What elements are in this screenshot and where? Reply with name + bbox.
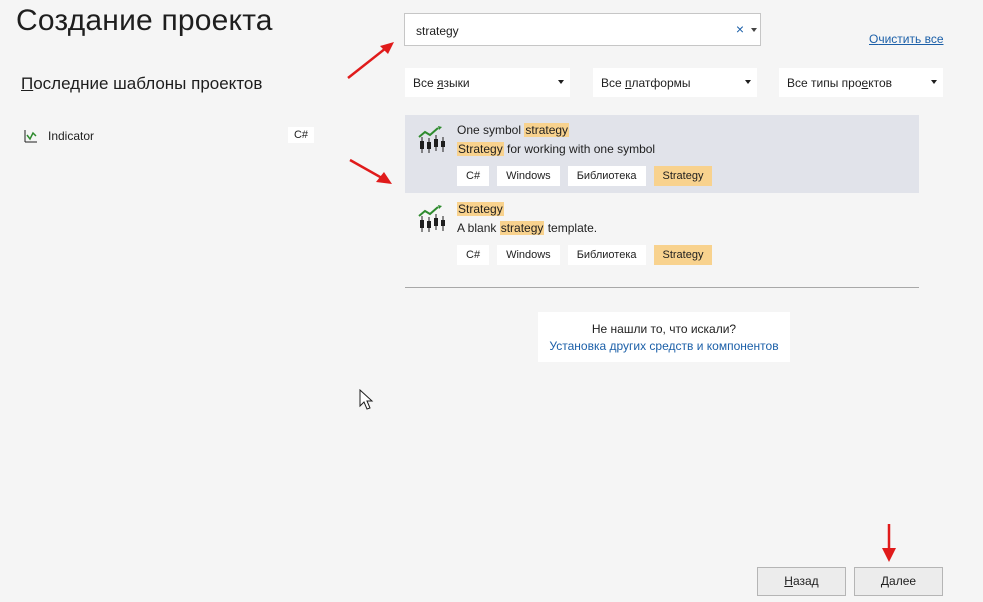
- project-type-filter-label: Все типы проектов: [787, 76, 892, 90]
- strategy-chart-icon: [418, 126, 445, 153]
- recent-heading-text: оследние шаблоны проектов: [33, 74, 263, 93]
- chevron-down-icon: [745, 80, 751, 84]
- template-title: One symbol strategy: [457, 123, 570, 137]
- search-input[interactable]: strategy ×: [404, 13, 761, 46]
- language-filter-text-pre: Все: [413, 76, 438, 90]
- project-type-filter-text-post: ктов: [868, 76, 892, 90]
- clear-all-access-key: О: [869, 32, 879, 46]
- tag-language: C#: [457, 166, 490, 186]
- language-filter-label: Все языки: [413, 76, 470, 90]
- page-title: Создание проекта: [16, 4, 273, 37]
- template-description: Strategy for working with one symbol: [457, 142, 655, 156]
- template-description-post: template.: [544, 221, 598, 235]
- template-title-pre: One symbol: [457, 123, 525, 137]
- template-description-highlight: strategy: [499, 221, 545, 235]
- recent-item-indicator[interactable]: Indicator C#: [22, 126, 314, 146]
- recent-heading-access-key: П: [21, 74, 34, 93]
- template-title: Strategy: [457, 202, 504, 216]
- next-button-label: алее: [889, 574, 917, 588]
- language-filter-text-post: зыки: [443, 76, 470, 90]
- annotation-arrow-template-icon: [349, 158, 392, 184]
- annotation-arrow-search-icon: [347, 42, 394, 79]
- template-description-pre: A blank: [457, 221, 500, 235]
- recent-item-name: Indicator: [48, 129, 95, 143]
- install-more-tools-link[interactable]: Установка других средств и компонентов: [538, 339, 790, 353]
- language-filter-dropdown[interactable]: Все языки: [405, 68, 570, 97]
- tag-strategy: Strategy: [653, 245, 713, 265]
- platform-filter-label: Все платформы: [601, 76, 691, 90]
- platform-filter-text-post: латформы: [631, 76, 691, 90]
- next-button[interactable]: Далее: [854, 567, 943, 596]
- tag-strategy: Strategy: [653, 166, 713, 186]
- chart-icon: [24, 130, 37, 143]
- back-button-label: азад: [792, 574, 819, 588]
- tag-strategy-text: Strategy: [653, 166, 713, 186]
- not-found-panel: Не нашли то, что искали? Установка други…: [538, 312, 790, 362]
- chevron-down-icon: [931, 80, 937, 84]
- results-divider: [405, 287, 919, 288]
- template-item-one-symbol-strategy[interactable]: One symbol strategy Strategy for working…: [405, 115, 919, 193]
- template-item-strategy[interactable]: Strategy A blank strategy template. C# W…: [405, 194, 919, 272]
- mouse-cursor-icon: [359, 389, 374, 410]
- tag-project-type: Библиотека: [567, 166, 646, 186]
- strategy-chart-icon: [418, 205, 445, 232]
- template-tags: C# Windows Библиотека Strategy: [457, 166, 713, 186]
- search-input-value: strategy: [416, 24, 459, 38]
- tag-language: C#: [457, 245, 490, 265]
- platform-filter-text-pre: Все: [601, 76, 626, 90]
- back-button[interactable]: Назад: [757, 567, 846, 596]
- recent-templates-heading: Последние шаблоны проектов: [21, 74, 262, 94]
- template-description-post: for working with one symbol: [503, 142, 656, 156]
- tag-project-type: Библиотека: [567, 245, 646, 265]
- project-type-filter-dropdown[interactable]: Все типы проектов: [779, 68, 943, 97]
- back-button-access-key: Н: [784, 574, 793, 588]
- clear-all-link[interactable]: Очистить все: [869, 32, 944, 46]
- tag-platform: Windows: [497, 166, 560, 186]
- next-button-access-key: Д: [880, 574, 890, 588]
- tag-platform: Windows: [497, 245, 560, 265]
- annotation-arrow-next-icon: [882, 524, 896, 562]
- template-title-highlight: strategy: [524, 123, 570, 137]
- template-description: A blank strategy template.: [457, 221, 597, 235]
- project-type-filter-text-pre: Все типы про: [787, 76, 862, 90]
- template-description-highlight: Strategy: [457, 142, 504, 156]
- platform-filter-dropdown[interactable]: Все платформы: [593, 68, 757, 97]
- recent-item-language-tag: C#: [287, 127, 314, 143]
- tag-strategy-text: Strategy: [653, 245, 713, 265]
- clear-search-icon[interactable]: ×: [734, 21, 746, 37]
- not-found-question: Не нашли то, что искали?: [591, 322, 737, 336]
- clear-all-text: чистить все: [878, 32, 944, 46]
- template-tags: C# Windows Библиотека Strategy: [457, 245, 713, 265]
- chevron-down-icon: [558, 80, 564, 84]
- template-title-highlight: Strategy: [457, 202, 504, 216]
- search-history-dropdown-icon[interactable]: [751, 28, 757, 32]
